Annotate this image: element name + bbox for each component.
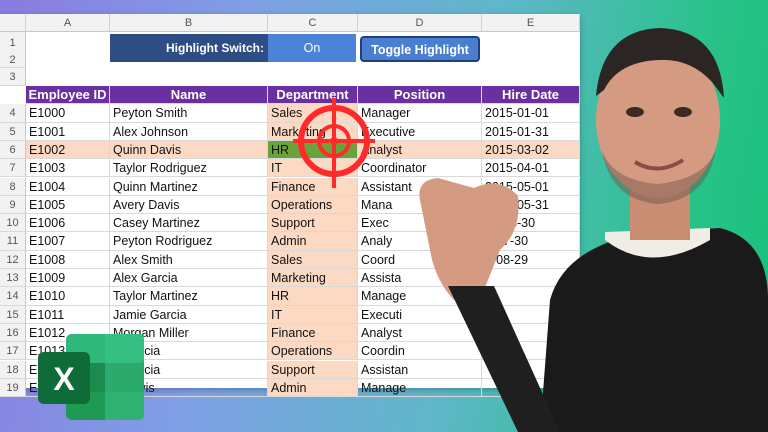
table-cell[interactable]: Alex Garcia [110, 269, 268, 288]
table-cell[interactable]: E1001 [26, 122, 110, 141]
table-cell[interactable]: E1000 [26, 104, 110, 123]
row-number[interactable]: 12 [0, 250, 26, 269]
table-cell[interactable]: Operations [268, 195, 358, 215]
table-cell[interactable]: Marketing [268, 269, 358, 288]
table-cell[interactable]: Alex Smith [110, 250, 268, 269]
row-number-text: 2 [9, 54, 16, 66]
table-cell[interactable]: E1009 [26, 269, 110, 288]
row-number[interactable]: 13 [0, 269, 26, 288]
column-header-a[interactable]: A [26, 14, 110, 32]
table-cell[interactable]: Support [268, 360, 358, 379]
table-cell[interactable]: Taylor Martinez [110, 287, 268, 306]
row-number[interactable]: 9 [0, 195, 26, 215]
corner-cell[interactable] [0, 14, 26, 32]
table-cell[interactable]: Peyton Rodriguez [110, 232, 268, 251]
table-cell[interactable]: Finance [268, 323, 358, 343]
table-cell[interactable]: E1007 [26, 232, 110, 251]
row-number[interactable]: 15 [0, 305, 26, 324]
table-cell[interactable]: Operations [268, 342, 358, 361]
table-cell[interactable]: Casey Martinez [110, 214, 268, 233]
table-cell[interactable]: E1004 [26, 177, 110, 196]
table-cell[interactable]: Taylor Rodriguez [110, 159, 268, 178]
column-header-cell[interactable]: Name [110, 86, 268, 105]
table-cell[interactable]: Sales [268, 250, 358, 269]
crosshair-target-icon [293, 98, 375, 188]
row-number[interactable]: 8 [0, 177, 26, 196]
column-header-b[interactable]: B [110, 14, 268, 32]
row-number[interactable]: 14 [0, 287, 26, 306]
row-number[interactable]: 18 [0, 360, 26, 379]
highlight-switch-value[interactable]: On [268, 34, 356, 62]
row-number[interactable]: 7 [0, 159, 26, 178]
table-cell[interactable]: Support [268, 214, 358, 233]
table-cell[interactable]: HR [268, 287, 358, 306]
svg-text:X: X [53, 361, 75, 397]
table-cell[interactable]: Admin [268, 378, 358, 398]
presenter-photo [419, 28, 768, 432]
table-cell[interactable]: E1005 [26, 195, 110, 215]
table-cell[interactable]: IT [268, 305, 358, 324]
row-number[interactable]: 16 [0, 323, 26, 343]
highlight-switch-label: Highlight Switch: [110, 34, 268, 62]
table-cell[interactable]: Jamie Garcia [110, 305, 268, 324]
table-cell[interactable]: E1002 [26, 140, 110, 160]
row-number[interactable]: 3 [0, 68, 26, 86]
row-number-text: 1 [9, 37, 16, 49]
table-cell[interactable]: E1008 [26, 250, 110, 269]
row-number[interactable]: 17 [0, 342, 26, 361]
table-cell[interactable]: Alex Johnson [110, 122, 268, 141]
row-number[interactable]: 4 [0, 104, 26, 123]
table-cell[interactable]: Admin [268, 232, 358, 251]
row-number[interactable]: 10 [0, 214, 26, 233]
table-cell[interactable]: E1010 [26, 287, 110, 306]
table-cell[interactable]: Quinn Martinez [110, 177, 268, 196]
table-cell[interactable]: E1011 [26, 305, 110, 324]
table-cell[interactable]: E1006 [26, 214, 110, 233]
table-cell[interactable]: Quinn Davis [110, 140, 268, 160]
column-header-cell[interactable]: Employee ID [26, 86, 110, 105]
table-cell[interactable]: Avery Davis [110, 195, 268, 215]
table-cell[interactable]: Peyton Smith [110, 104, 268, 123]
row-number[interactable]: 1 2 [0, 32, 26, 68]
table-cell[interactable]: E1003 [26, 159, 110, 178]
excel-logo-icon: X [38, 334, 144, 420]
row-number[interactable]: 19 [0, 378, 26, 398]
column-header-c[interactable]: C [268, 14, 358, 32]
row-number[interactable]: 5 [0, 122, 26, 141]
row-number[interactable]: 6 [0, 140, 26, 160]
row-number[interactable]: 11 [0, 232, 26, 251]
